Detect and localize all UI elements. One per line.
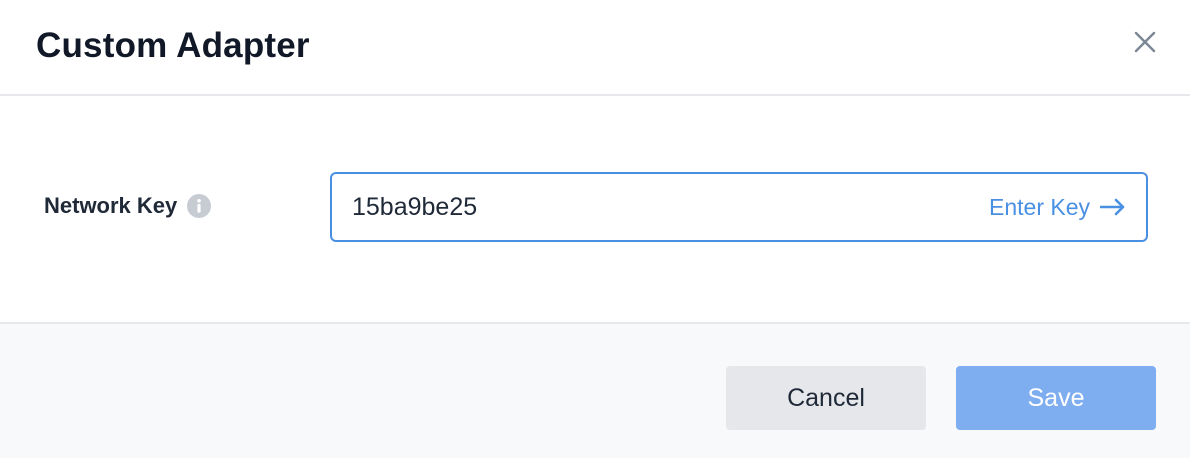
- network-key-input[interactable]: [332, 174, 989, 240]
- custom-adapter-dialog: Custom Adapter Network Key Enter Key Ca: [0, 0, 1190, 458]
- enter-key-button[interactable]: Enter Key: [989, 194, 1126, 221]
- enter-key-label: Enter Key: [989, 193, 1090, 220]
- save-button[interactable]: Save: [956, 366, 1156, 430]
- dialog-title: Custom Adapter: [36, 26, 310, 65]
- close-icon[interactable]: [1132, 29, 1158, 55]
- network-key-label-row: Network Key: [44, 193, 212, 219]
- dialog-footer: Cancel Save: [0, 322, 1190, 458]
- cancel-button[interactable]: Cancel: [726, 366, 926, 430]
- network-key-field: Enter Key: [330, 172, 1148, 242]
- info-icon[interactable]: [187, 194, 212, 218]
- dialog-header: Custom Adapter: [0, 0, 1190, 96]
- network-key-label: Network Key: [44, 193, 178, 218]
- arrow-right-icon: [1100, 198, 1125, 216]
- dialog-body: Network Key Enter Key: [0, 96, 1190, 322]
